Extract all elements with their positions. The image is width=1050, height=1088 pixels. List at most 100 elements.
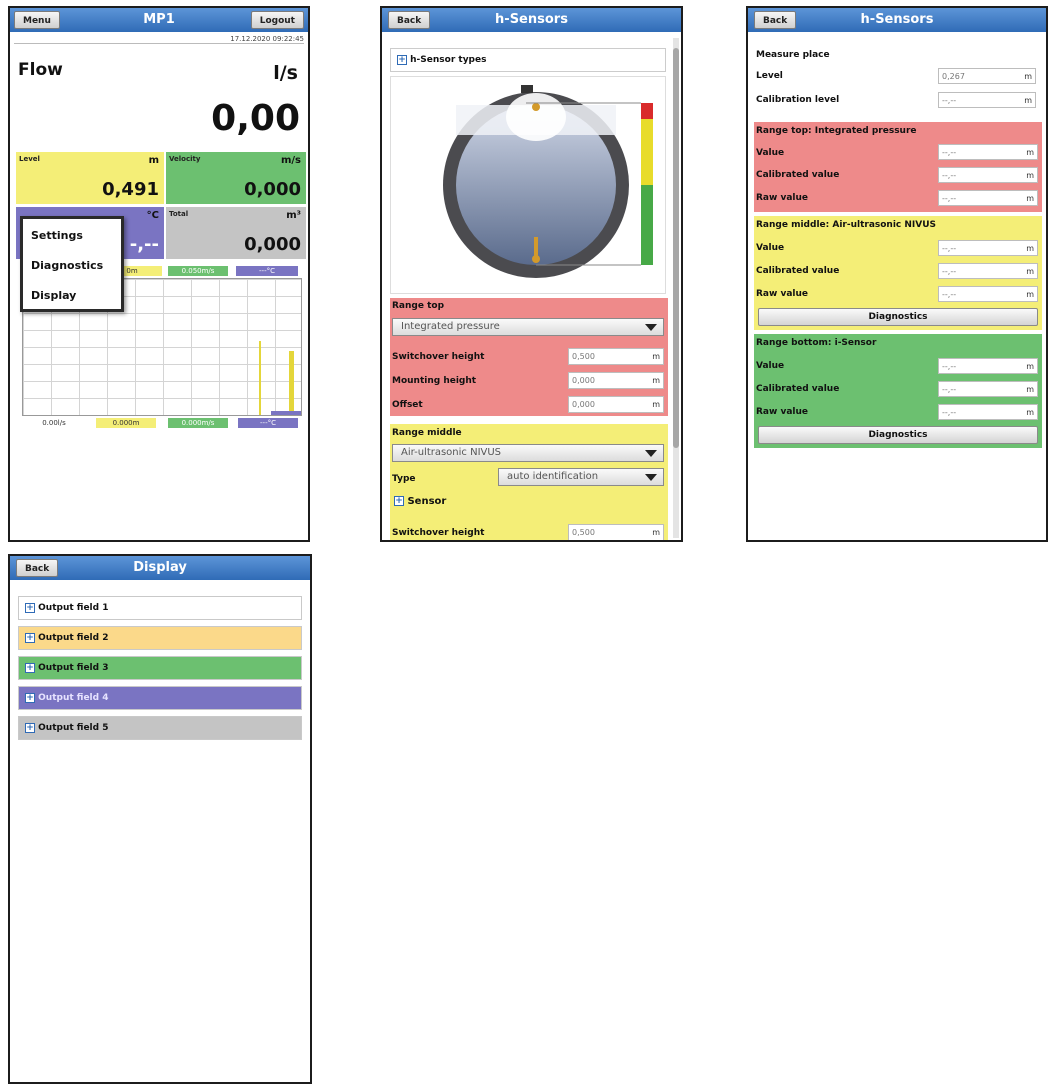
calibrated-value-field: --,-- m (938, 381, 1038, 397)
section-header: Range bottom: i-Sensor (756, 338, 877, 348)
chart-chip-velocity: 0.050m/s (168, 266, 228, 276)
switchover-height-value: 0,500 (572, 352, 595, 361)
placeholder-text: --,-- (942, 148, 957, 157)
unit-label: m (1026, 385, 1034, 394)
placeholder-text: --,-- (942, 408, 957, 417)
placeholder-text: --,-- (942, 244, 957, 253)
calibrated-value-field: --,-- m (938, 167, 1038, 183)
calibrated-value-label: Calibrated value (756, 266, 840, 276)
middle-switchover-value: 0,500 (572, 528, 595, 537)
type-select[interactable]: auto identification (498, 468, 664, 486)
value-label: Value (756, 243, 785, 253)
unit-label: m (652, 352, 660, 361)
raw-value-label: Raw value (756, 193, 808, 203)
output-field-label: Output field 4 (38, 693, 109, 703)
velocity-tile[interactable]: Velocity m/s 0,000 (166, 152, 306, 204)
raw-value-field: --,-- m (938, 286, 1038, 302)
output-field-4[interactable]: + Output field 4 (18, 686, 302, 710)
unit-label: m (652, 400, 660, 409)
level-field: 0,267 m (938, 68, 1036, 84)
total-unit: m³ (286, 210, 301, 221)
trend-baseline (271, 411, 301, 415)
unit-label: m (1026, 244, 1034, 253)
chart-chip-temperature-bottom: ---°C (238, 418, 298, 428)
chevron-down-icon (645, 474, 657, 481)
scrollbar[interactable] (673, 38, 679, 538)
expand-plus-icon: + (25, 692, 35, 703)
output-field-2[interactable]: + Output field 2 (18, 626, 302, 650)
menu-item-diagnostics[interactable]: Diagnostics (31, 259, 103, 272)
output-field-5[interactable]: + Output field 5 (18, 716, 302, 740)
velocity-label: Velocity (169, 155, 201, 163)
back-button[interactable]: Back (16, 559, 59, 577)
range-bottom-values-section: Range bottom: i-Sensor Value --,-- m Cali… (754, 334, 1042, 448)
value-field: --,-- m (938, 240, 1038, 256)
level-value: 0,267 (942, 72, 965, 81)
page-title: h-Sensors (860, 12, 934, 27)
velocity-unit: m/s (280, 155, 301, 166)
unit-label: m (1026, 194, 1034, 203)
measure-place-label: Measure place (756, 50, 830, 60)
level-label: Level (19, 155, 40, 163)
sensor-expander[interactable]: + Sensor (394, 496, 446, 507)
output-field-label: Output field 1 (38, 603, 109, 613)
output-field-3[interactable]: + Output field 3 (18, 656, 302, 680)
expand-plus-icon: + (394, 496, 404, 506)
placeholder-text: --,-- (942, 362, 957, 371)
total-tile[interactable]: Total m³ 0,000 (166, 207, 306, 259)
calibration-level-label: Calibration level (756, 95, 840, 105)
middle-switchover-input[interactable]: 0,500 m (568, 524, 664, 540)
chevron-down-icon (645, 450, 657, 457)
chart-chip-level-bottom: 0.000m (96, 418, 156, 428)
diagnostics-button[interactable]: Diagnostics (758, 426, 1038, 444)
range-middle-select[interactable]: Air-ultrasonic NIVUS (392, 444, 664, 462)
back-button[interactable]: Back (388, 11, 431, 29)
flow-unit: l/s (273, 62, 298, 84)
value-field: --,-- m (938, 358, 1038, 374)
mounting-height-input[interactable]: 0,000 m (568, 372, 664, 389)
output-field-1[interactable]: + Output field 1 (18, 596, 302, 620)
screen-h-sensors-types: h-Sensors Back + h-Sensor types Range to… (380, 6, 683, 542)
calibration-level-value: --,-- (942, 96, 957, 105)
total-value: 0,000 (244, 234, 301, 255)
unit-label: m (1026, 362, 1034, 371)
logout-button[interactable]: Logout (250, 11, 304, 29)
flow-label: Flow (18, 60, 63, 80)
flow-value: 0,00 (211, 98, 300, 139)
total-label: Total (169, 210, 189, 218)
scrollbar-thumb[interactable] (673, 48, 679, 448)
level-tile[interactable]: Level m 0,491 (16, 152, 164, 204)
diagnostics-button[interactable]: Diagnostics (758, 308, 1038, 326)
middle-switchover-label: Switchover height (392, 528, 485, 538)
sensor-types-expander[interactable]: + h-Sensor types (390, 48, 666, 72)
unit-label: m (1024, 96, 1032, 105)
output-field-label: Output field 2 (38, 633, 109, 643)
menu-item-display[interactable]: Display (31, 289, 76, 302)
placeholder-text: --,-- (942, 171, 957, 180)
section-header: Range middle: Air-ultrasonic NIVUS (756, 220, 937, 230)
menu-item-settings[interactable]: Settings (31, 229, 83, 242)
switchover-height-input[interactable]: 0,500 m (568, 348, 664, 365)
value-field: --,-- m (938, 144, 1038, 160)
placeholder-text: --,-- (942, 385, 957, 394)
offset-input[interactable]: 0,000 m (568, 396, 664, 413)
offset-value: 0,000 (572, 400, 595, 409)
calibrated-value-field: --,-- m (938, 263, 1038, 279)
back-button[interactable]: Back (754, 11, 797, 29)
velocity-value: 0,000 (244, 179, 301, 200)
unit-label: m (1026, 408, 1034, 417)
output-field-label: Output field 5 (38, 723, 109, 733)
range-top-select[interactable]: Integrated pressure (392, 318, 664, 336)
type-label: Type (392, 474, 416, 484)
mounting-height-label: Mounting height (392, 376, 477, 386)
expand-plus-icon: + (397, 54, 407, 65)
range-middle-select-value: Air-ultrasonic NIVUS (401, 447, 502, 458)
level-unit: m (148, 155, 159, 166)
menu-button[interactable]: Menu (14, 11, 60, 29)
range-top-select-value: Integrated pressure (401, 321, 500, 332)
raw-value-field: --,-- m (938, 404, 1038, 420)
raw-value-field: --,-- m (938, 190, 1038, 206)
calibration-level-field[interactable]: --,-- m (938, 92, 1036, 108)
offset-label: Offset (392, 400, 423, 410)
unit-label: m (1024, 72, 1032, 81)
